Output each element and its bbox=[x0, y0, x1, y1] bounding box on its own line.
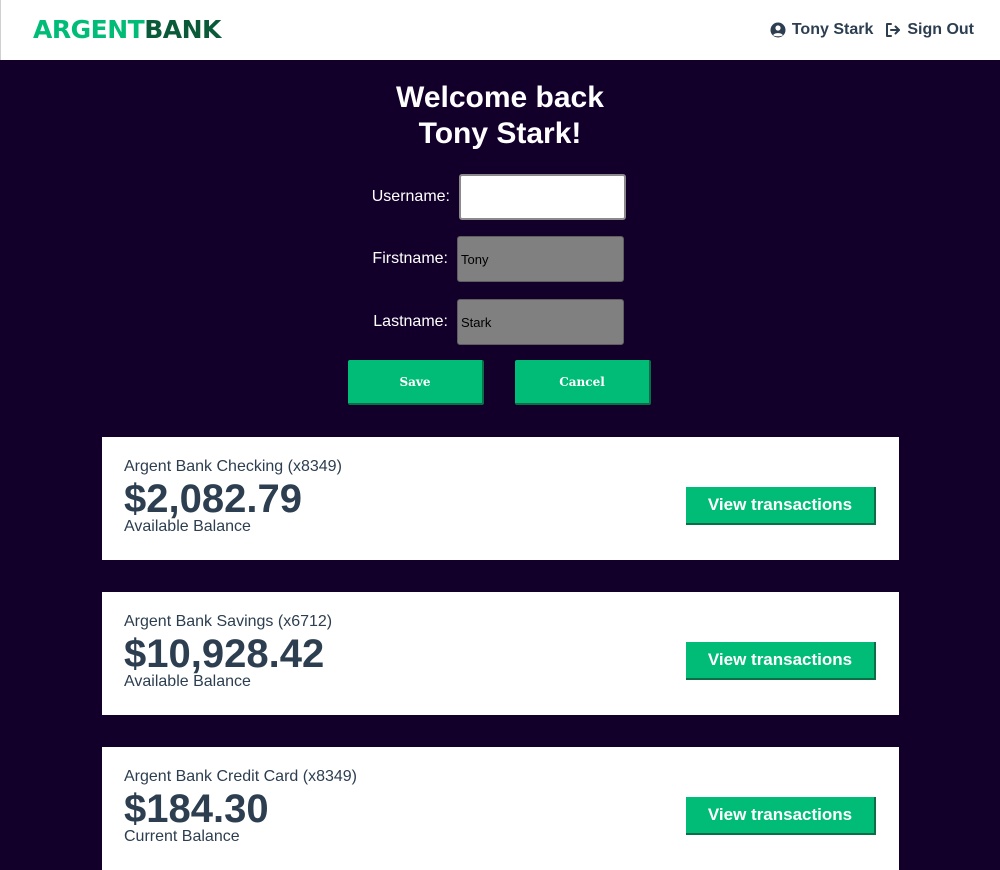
account-card-credit: Argent Bank Credit Card (x8349) $184.30 … bbox=[102, 747, 899, 870]
firstname-label: Firstname: bbox=[372, 250, 448, 267]
lastname-label: Lastname: bbox=[373, 313, 448, 330]
lastname-row: Lastname: bbox=[0, 299, 1000, 345]
view-transactions-button[interactable]: View transactions bbox=[686, 487, 876, 525]
firstname-row: Firstname: bbox=[0, 236, 1000, 282]
profile-name: Tony Stark bbox=[791, 21, 874, 38]
view-transactions-button[interactable]: View transactions bbox=[686, 797, 876, 835]
sign-out-label: Sign Out bbox=[907, 21, 974, 38]
account-title: Argent Bank Checking (x8349) bbox=[124, 458, 342, 475]
account-amount: $184.30 bbox=[124, 787, 269, 831]
account-card-checking: Argent Bank Checking (x8349) $2,082.79 A… bbox=[102, 437, 899, 560]
save-button[interactable]: Save bbox=[348, 360, 484, 405]
welcome-line1: Welcome back bbox=[396, 81, 604, 114]
nav-user-menu: Tony Stark Sign Out bbox=[770, 18, 974, 42]
firstname-input bbox=[457, 236, 624, 282]
username-label: Username: bbox=[371, 188, 450, 205]
brand-logo-part1: ARGENT bbox=[33, 15, 145, 44]
welcome-line2: Tony Stark! bbox=[418, 117, 582, 150]
account-title: Argent Bank Savings (x6712) bbox=[124, 613, 333, 630]
account-amount-description: Available Balance bbox=[124, 673, 251, 690]
account-amount: $2,082.79 bbox=[124, 477, 302, 521]
view-transactions-button[interactable]: View transactions bbox=[686, 642, 876, 680]
account-title: Argent Bank Credit Card (x8349) bbox=[124, 768, 357, 785]
account-amount: $10,928.42 bbox=[124, 632, 325, 676]
profile-link[interactable]: Tony Stark bbox=[770, 18, 874, 42]
welcome-heading: Welcome back Tony Stark! bbox=[0, 80, 1000, 152]
user-circle-icon bbox=[770, 22, 786, 38]
username-input[interactable] bbox=[459, 174, 626, 220]
account-amount-description: Available Balance bbox=[124, 518, 251, 535]
brand-logo[interactable]: ARGENTBANK bbox=[33, 14, 221, 46]
main-content: Welcome back Tony Stark! Username: First… bbox=[0, 60, 1000, 870]
lastname-input bbox=[457, 299, 624, 345]
navbar: ARGENTBANK Tony Stark Sign Out bbox=[0, 0, 1000, 60]
sign-out-icon bbox=[886, 23, 901, 37]
sign-out-link[interactable]: Sign Out bbox=[885, 18, 974, 42]
cancel-button[interactable]: Cancel bbox=[515, 360, 651, 405]
username-row: Username: bbox=[0, 174, 1000, 220]
account-card-savings: Argent Bank Savings (x6712) $10,928.42 A… bbox=[102, 592, 899, 715]
account-amount-description: Current Balance bbox=[124, 828, 240, 845]
brand-logo-part2: BANK bbox=[144, 15, 221, 44]
